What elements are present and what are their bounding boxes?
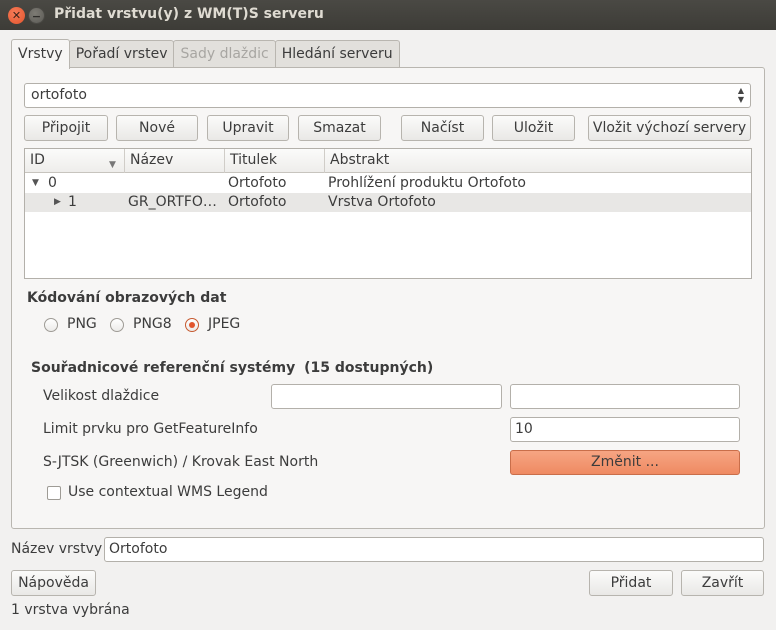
edit-connection-button[interactable]: Upravit [207,115,289,141]
encoding-label-png8: PNG8 [133,316,172,332]
column-header-title[interactable]: Titulek [225,149,325,173]
encoding-label-png: PNG [67,316,97,332]
layer-tree-table[interactable]: ID ▼ Název Titulek Abstrakt ▼ 0 Ortofoto… [24,148,752,279]
tab-server-search[interactable]: Hledání serveru [274,40,400,68]
contextual-legend-label: Use contextual WMS Legend [68,484,268,500]
column-header-label: Abstrakt [330,152,390,168]
feature-limit-input[interactable]: 10 [510,417,740,442]
row-title: Ortofoto [228,175,287,191]
row-name [128,174,223,193]
row-name: GR_ORTFO… [128,194,217,210]
encoding-label-jpeg: JPEG [208,316,241,332]
help-button[interactable]: Nápověda [11,570,96,596]
layer-name-input[interactable]: Ortofoto [104,537,764,562]
tab-bar: Vrstvy Pořadí vrstev Sady dlaždic Hledán… [11,39,400,69]
close-button[interactable]: Zavřít [681,570,764,596]
collapsed-arrow-icon[interactable]: ▶ [54,193,61,212]
tile-size-label: Velikost dlaždice [43,388,160,404]
change-crs-button[interactable]: Změnit ... [510,450,740,475]
contextual-legend-checkbox[interactable] [47,486,61,500]
encoding-radio-jpeg[interactable] [185,318,199,332]
table-row[interactable]: ▼ 0 Ortofoto Prohlížení produktu Ortofot… [25,174,751,193]
tab-layers[interactable]: Vrstvy [11,39,70,69]
window-title: Přidat vrstvu(y) z WM(T)S serveru [54,6,324,22]
feature-limit-label: Limit prvku pro GetFeatureInfo [43,421,258,437]
title-bar[interactable]: ✕ − Přidat vrstvu(y) z WM(T)S serveru [0,0,776,30]
add-button[interactable]: Přidat [589,570,673,596]
encoding-radio-png8[interactable] [110,318,124,332]
encoding-radio-png[interactable] [44,318,58,332]
close-window-icon[interactable]: ✕ [8,7,25,24]
save-connections-button[interactable]: Uložit [492,115,575,141]
column-header-name[interactable]: Název [125,149,225,173]
table-header: ID ▼ Název Titulek Abstrakt [25,149,751,173]
crs-heading: Souřadnicové referenční systémy (15 dost… [31,360,433,376]
tile-height-input[interactable] [510,384,740,409]
new-connection-button[interactable]: Nové [116,115,198,141]
connect-button[interactable]: Připojit [24,115,108,141]
encoding-heading: Kódování obrazových dat [27,290,227,306]
layer-name-label: Název vrstvy [11,541,103,557]
tile-width-input[interactable] [271,384,502,409]
column-header-label: ID [30,152,45,168]
table-row[interactable]: ▶ 1 GR_ORTFO… Ortofoto Vrstva Ortofoto [25,193,751,212]
tab-layer-order[interactable]: Pořadí vrstev [68,40,175,68]
row-id: 1 [68,194,77,210]
updown-arrows-icon: ▲ ▼ [737,86,744,104]
crs-heading-text: Souřadnicové referenční systémy [31,360,296,376]
connection-select[interactable]: ortofoto ▲ ▼ [24,83,751,108]
crs-count: (15 dostupných) [304,360,434,376]
tab-tilesets: Sady dlaždic [173,40,276,68]
connection-select-value: ortofoto [31,87,87,103]
add-default-servers-button[interactable]: Vložit výchozí servery [588,115,751,141]
row-abstract: Vrstva Ortofoto [328,194,436,210]
row-abstract: Prohlížení produktu Ortofoto [328,175,526,191]
load-connections-button[interactable]: Načíst [401,115,484,141]
column-header-abstract[interactable]: Abstrakt [325,149,751,173]
minimize-window-icon[interactable]: − [28,7,45,24]
column-header-label: Název [130,152,174,168]
expanded-arrow-icon[interactable]: ▼ [32,174,39,193]
status-text: 1 vrstva vybrána [11,602,130,618]
column-header-label: Titulek [230,152,277,168]
row-title: Ortofoto [228,194,287,210]
column-header-id[interactable]: ID ▼ [25,149,125,173]
delete-connection-button[interactable]: Smazat [298,115,381,141]
row-id: 0 [48,175,57,191]
current-crs-label: S-JTSK (Greenwich) / Krovak East North [43,454,319,470]
dialog-window: ✕ − Přidat vrstvu(y) z WM(T)S serveru Vr… [0,0,776,630]
